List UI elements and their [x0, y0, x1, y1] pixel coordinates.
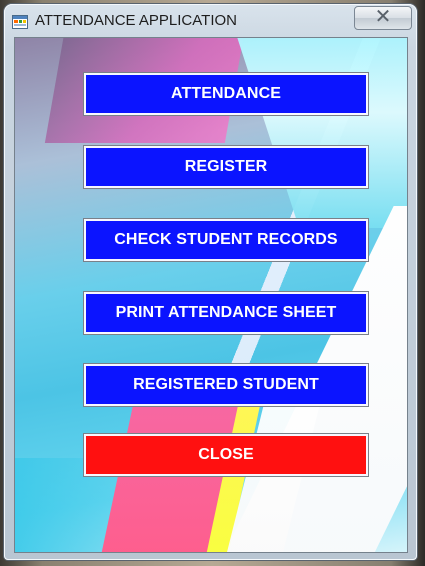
- background-shape: [230, 38, 407, 228]
- register-button[interactable]: REGISTER: [83, 145, 369, 189]
- application-window: ATTENDANCE APPLICATION ✕ ATTENDANCE REGI…: [4, 4, 417, 560]
- check-student-records-button[interactable]: CHECK STUDENT RECORDS: [83, 218, 369, 262]
- attendance-button[interactable]: ATTENDANCE: [83, 72, 369, 116]
- close-icon: ✕: [374, 6, 392, 28]
- print-attendance-sheet-button[interactable]: PRINT ATTENDANCE SHEET: [83, 291, 369, 335]
- close-button[interactable]: CLOSE: [83, 433, 369, 477]
- application-icon: [12, 15, 28, 29]
- window-title: ATTENDANCE APPLICATION: [35, 12, 237, 29]
- title-bar[interactable]: ATTENDANCE APPLICATION ✕: [4, 4, 417, 38]
- main-panel: ATTENDANCE REGISTER CHECK STUDENT RECORD…: [14, 37, 408, 553]
- window-close-button[interactable]: ✕: [354, 6, 412, 30]
- registered-student-button[interactable]: REGISTERED STUDENT: [83, 363, 369, 407]
